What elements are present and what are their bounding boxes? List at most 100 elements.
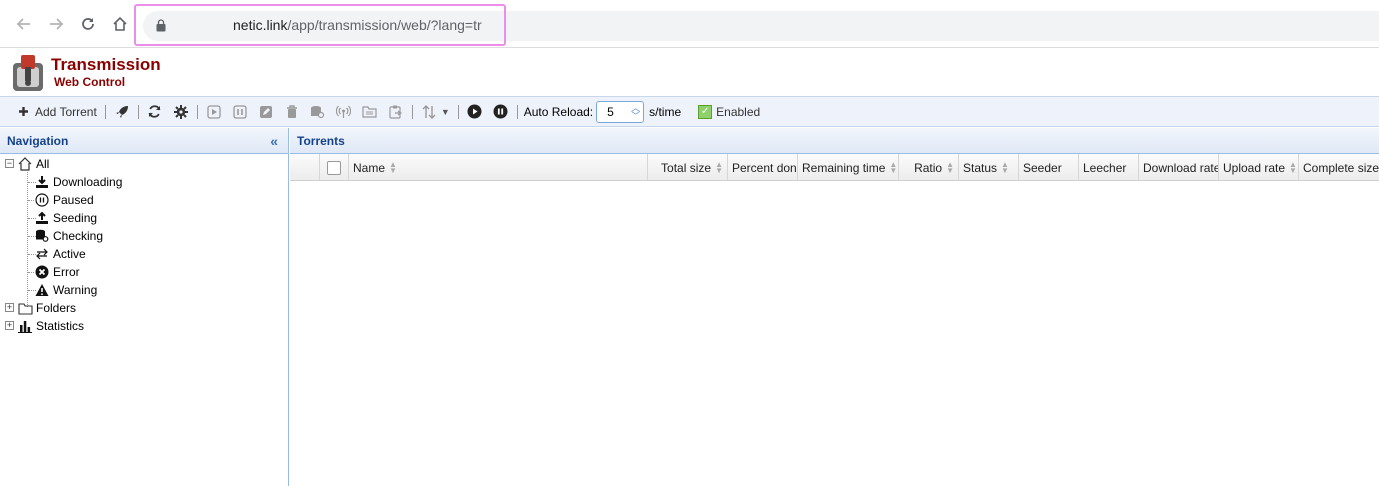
forward-button[interactable] [44, 12, 68, 36]
remove-button[interactable] [279, 100, 305, 124]
column-ratio[interactable]: Ratio ▲ ▼ [899, 154, 959, 181]
column-label: Seeder [1023, 160, 1062, 175]
add-torrent-label: Add Torrent [35, 104, 97, 119]
sort-icon: ▲ ▼ [389, 159, 397, 175]
trash-icon [284, 104, 300, 120]
main-toolbar: Add Torrent ▼ Auto Reload: 5 ︿ ﹀ s/time ✓… [0, 96, 1379, 127]
sort-icon: ▲ ▼ [1289, 159, 1297, 175]
enabled-toggle[interactable]: ✓ Enabled [693, 100, 765, 124]
column-name[interactable]: Name ▲ ▼ [349, 154, 648, 181]
error-circle-icon [34, 264, 50, 280]
column-label: Ratio [914, 160, 943, 175]
tree-line [28, 182, 36, 183]
add-torrent-button[interactable]: Add Torrent [10, 100, 102, 124]
tree-node-warning[interactable]: Warning [0, 281, 288, 299]
sort-icon: ▲ ▼ [1001, 159, 1009, 175]
separator [137, 104, 139, 119]
home-button[interactable] [108, 12, 132, 36]
recheck-button[interactable] [253, 100, 279, 124]
column-complete-size[interactable]: Complete size [1299, 154, 1379, 181]
select-all-column[interactable] [320, 154, 349, 181]
column-seeder[interactable]: Seeder [1019, 154, 1079, 181]
column-leecher[interactable]: Leecher [1079, 154, 1139, 181]
sort-icon: ▲ ▼ [715, 159, 723, 175]
tree-node-error[interactable]: Error [0, 263, 288, 281]
separator [411, 104, 413, 119]
pause-button[interactable] [227, 100, 253, 124]
column-label: Download rate [1143, 160, 1219, 175]
torrents-header: Torrents [290, 128, 1379, 154]
tree-label: Error [53, 265, 80, 279]
column-label: Complete size [1303, 160, 1379, 175]
sort-arrows-icon [421, 104, 437, 120]
address-bar[interactable]: netic.link/app/transmission/web/?lang=tr [143, 11, 1379, 41]
refresh-button[interactable] [142, 100, 168, 124]
collapse-icon[interactable]: « [270, 133, 278, 149]
database-search-icon [34, 228, 50, 244]
download-icon [34, 174, 50, 190]
expand-toggle[interactable]: + [5, 321, 14, 330]
broadcast-icon [336, 104, 352, 120]
tree-node-folders[interactable]: + Folders [0, 299, 288, 317]
exchange-icon [34, 246, 50, 262]
tree-node-paused[interactable]: Paused [0, 191, 288, 209]
pause-all-button[interactable] [488, 100, 514, 124]
sort-dropdown-button[interactable]: ▼ [416, 100, 455, 124]
tree-label: Seeding [53, 211, 98, 225]
gear-icon [173, 104, 189, 120]
select-all-checkbox[interactable] [327, 160, 341, 175]
column-remaining-time[interactable]: Remaining time ▲ ▼ [798, 154, 899, 181]
sync-icon [147, 104, 163, 120]
sort-icon: ▲ ▼ [946, 159, 954, 175]
navigation-header: Navigation « [0, 128, 288, 154]
spinner-arrows[interactable]: ︿ ﹀ [631, 103, 640, 120]
tree-node-active[interactable]: Active [0, 245, 288, 263]
column-download-rate[interactable]: Download rate [1139, 154, 1219, 181]
start-button[interactable] [201, 100, 227, 124]
chevron-down-icon: ▼ [440, 106, 450, 117]
collapse-toggle[interactable]: − [5, 159, 14, 168]
bar-chart-icon [17, 318, 33, 334]
database-search-button[interactable] [305, 100, 331, 124]
settings-button[interactable] [168, 100, 194, 124]
navigation-tree: − All Downloading Paused Seeding Checkin… [0, 154, 288, 335]
row-number-column [290, 154, 320, 181]
start-all-play-button[interactable] [462, 100, 488, 124]
torrents-title: Torrents [297, 133, 345, 148]
separator [516, 104, 518, 119]
column-percent-done[interactable]: Percent don [728, 154, 798, 181]
transmission-logo-icon [13, 55, 43, 91]
arrow-right-icon [50, 18, 64, 30]
column-status[interactable]: Status ▲ ▼ [959, 154, 1019, 181]
column-upload-rate[interactable]: Upload rate ▲ ▼ [1219, 154, 1299, 181]
tree-node-seeding[interactable]: Seeding [0, 209, 288, 227]
app-subtitle: Web Control [54, 75, 126, 89]
tree-label: All [36, 157, 50, 171]
tree-node-downloading[interactable]: Downloading [0, 173, 288, 191]
start-all-button[interactable] [109, 100, 135, 124]
warning-icon [34, 282, 50, 298]
database-search-icon [310, 104, 326, 120]
pause-square-icon [232, 104, 248, 120]
rocket-icon [114, 104, 130, 120]
url-text: netic.link/app/transmission/web/?lang=tr [233, 17, 482, 33]
navigation-panel: Navigation « − All Downloading Paused Se… [0, 128, 289, 486]
reannounce-button[interactable] [331, 100, 357, 124]
home-icon [17, 156, 33, 172]
move-button[interactable] [357, 100, 383, 124]
tree-line [28, 200, 36, 201]
column-total-size[interactable]: Total size ▲ ▼ [648, 154, 728, 181]
separator [196, 104, 198, 119]
sort-icon: ▲ ▼ [889, 159, 898, 175]
reload-button[interactable] [76, 12, 100, 36]
tree-line [28, 272, 36, 273]
tree-node-checking[interactable]: Checking [0, 227, 288, 245]
url-host: netic.link [233, 17, 288, 33]
clipboard-button[interactable] [383, 100, 409, 124]
auto-reload-input[interactable]: 5 ︿ ﹀ [596, 100, 645, 123]
expand-toggle[interactable]: + [5, 303, 14, 312]
refresh-icon [82, 18, 94, 30]
back-button[interactable] [12, 12, 36, 36]
tree-node-statistics[interactable]: + Statistics [0, 317, 288, 335]
tree-node-all[interactable]: − All [0, 155, 288, 173]
